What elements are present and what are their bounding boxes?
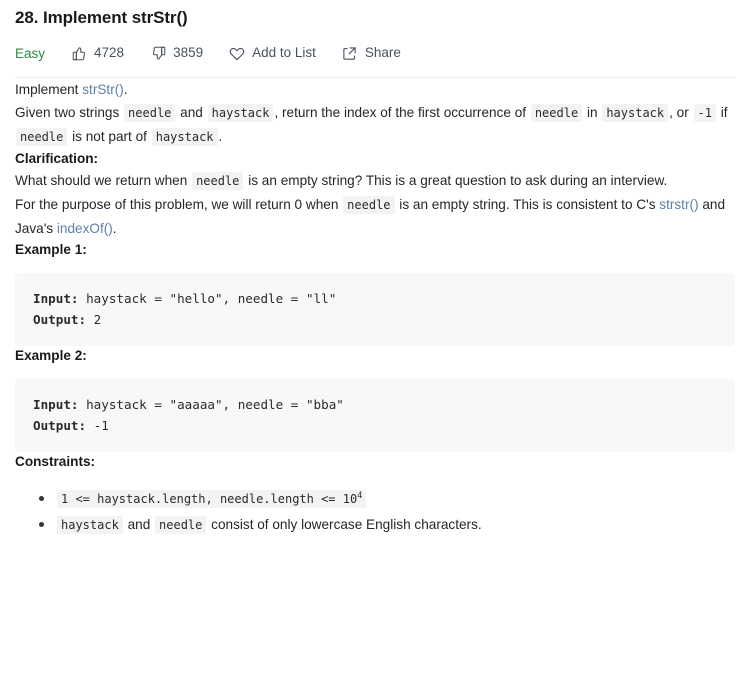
problem-meta-row: Easy 4728 3859 Add to List Share: [15, 39, 735, 67]
java-indexof-link[interactable]: indexOf(): [57, 221, 113, 236]
example-2-heading: Example 2:: [15, 348, 87, 363]
clarification-heading: Clarification:: [15, 151, 99, 166]
constraint-exponent: 4: [357, 491, 363, 501]
given-text-1: Given two strings: [15, 105, 124, 120]
given-text-5: , or: [669, 105, 693, 120]
thumbs-down-icon: [150, 45, 166, 61]
downvote-button[interactable]: 3859: [150, 45, 203, 61]
example-1-heading: Example 1:: [15, 242, 87, 257]
example-1-codeblock: Input: haystack = "hello", needle = "ll"…: [15, 273, 735, 346]
implement-suffix: .: [123, 82, 128, 97]
paragraph-for-purpose: For the purpose of this problem, we will…: [15, 193, 735, 240]
given-text-2: and: [176, 105, 207, 120]
what-should-text-1: What should we return when: [15, 173, 192, 188]
for-purpose-text-2: is an empty string. This is consistent t…: [395, 197, 660, 212]
difficulty-badge: Easy: [15, 45, 46, 61]
code-needle: needle: [124, 104, 176, 122]
example-2-output-label: Output:: [33, 418, 87, 433]
given-text-8: .: [218, 129, 223, 144]
example-1-input-value: haystack = "hello", needle = "ll": [78, 291, 337, 306]
add-to-list-label: Add to List: [252, 45, 316, 60]
constraint-text-1: and: [123, 517, 155, 532]
upvote-count: 4728: [94, 45, 125, 60]
c-strstr-link[interactable]: strstr(): [659, 197, 698, 212]
constraint-code-main: 1 <= haystack.length, needle.length <= 1…: [61, 492, 358, 506]
code-needle: needle: [16, 128, 68, 146]
code-haystack: haystack: [602, 104, 669, 122]
list-item: haystack and needle consist of only lowe…: [39, 512, 735, 538]
example-2-input-value: haystack = "aaaaa", needle = "bba": [78, 397, 344, 412]
paragraph-implement: Implement strStr().: [15, 78, 735, 101]
example-2-codeblock: Input: haystack = "aaaaa", needle = "bba…: [15, 379, 735, 452]
add-to-list-button[interactable]: Add to List: [229, 45, 316, 61]
code-length-constraint: 1 <= haystack.length, needle.length <= 1…: [57, 490, 367, 508]
example-1-output-label: Output:: [33, 312, 87, 327]
thumbs-up-icon: [71, 45, 87, 61]
code-haystack: haystack: [151, 128, 218, 146]
example-2-input-label: Input:: [33, 397, 79, 412]
code-needle: needle: [155, 516, 207, 534]
code-haystack: haystack: [207, 104, 274, 122]
given-text-3: , return the index of the first occurren…: [274, 105, 530, 120]
share-label: Share: [364, 45, 401, 60]
code-needle: needle: [192, 172, 244, 190]
heart-icon: [229, 45, 245, 61]
code-minus-one: -1: [693, 104, 716, 122]
given-text-7: is not part of: [68, 129, 151, 144]
downvote-count: 3859: [173, 45, 204, 60]
code-haystack: haystack: [57, 516, 123, 534]
code-needle: needle: [343, 196, 395, 214]
given-text-6: if: [717, 105, 728, 120]
example-2-output-value: -1: [86, 418, 109, 433]
constraints-list: 1 <= haystack.length, needle.length <= 1…: [15, 486, 735, 538]
share-icon: [342, 45, 358, 61]
given-text-4: in: [583, 105, 602, 120]
implement-prefix: Implement: [15, 82, 83, 97]
code-needle: needle: [530, 104, 583, 122]
constraint-text-2: consist of only lowercase English charac…: [207, 517, 482, 532]
what-should-text-2: is an empty string? This is a great ques…: [244, 173, 668, 188]
for-purpose-text-1: For the purpose of this problem, we will…: [15, 197, 343, 212]
example-1-output-value: 2: [86, 312, 102, 327]
upvote-button[interactable]: 4728: [71, 45, 124, 61]
problem-description-page: 28. Implement strStr() Easy 4728 3859 Ad…: [0, 0, 750, 677]
list-item: 1 <= haystack.length, needle.length <= 1…: [39, 486, 735, 512]
paragraph-given: Given two strings needle and haystack, r…: [15, 101, 735, 149]
for-purpose-text-4: .: [112, 221, 117, 236]
share-button[interactable]: Share: [342, 45, 401, 61]
page-title: 28. Implement strStr(): [15, 8, 188, 27]
paragraph-what-should: What should we return when needle is an …: [15, 169, 735, 193]
constraints-heading: Constraints:: [15, 454, 96, 469]
strstr-link[interactable]: strStr(): [82, 82, 124, 97]
example-1-input-label: Input:: [33, 291, 79, 306]
